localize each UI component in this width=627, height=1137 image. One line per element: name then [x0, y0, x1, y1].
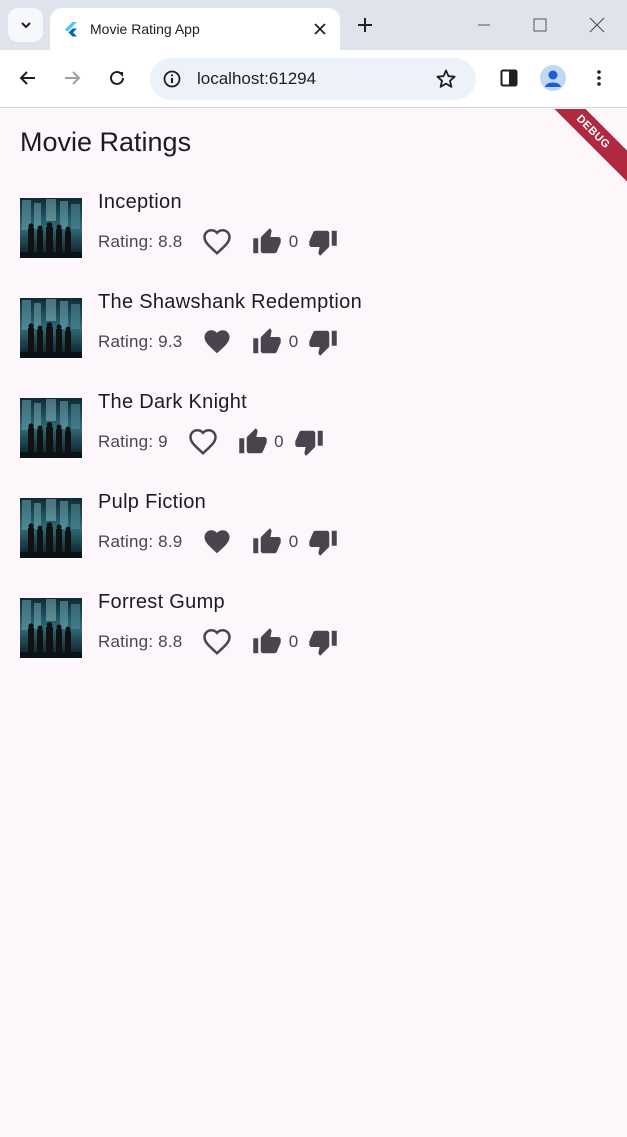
- new-tab-button[interactable]: [354, 14, 376, 36]
- movie-rating: Rating: 8.8: [98, 232, 183, 251]
- more-vertical-icon: [597, 70, 601, 86]
- heart-outline-icon[interactable]: [202, 227, 232, 257]
- movie-title: The Dark Knight: [98, 391, 248, 413]
- movie-poster: [20, 398, 82, 458]
- movie-list-item: Forrest Gump Rating: 8.8 0: [0, 589, 627, 689]
- movie-title: Inception: [98, 191, 182, 213]
- browser-toolbar: localhost:61294: [0, 50, 627, 108]
- movie-poster: [20, 498, 82, 558]
- tab-search-button[interactable]: [8, 8, 43, 42]
- flutter-icon: [65, 22, 77, 37]
- heart-outline-icon[interactable]: [188, 427, 218, 457]
- like-count: 0: [274, 432, 284, 451]
- thumb-down-icon[interactable]: [294, 427, 324, 457]
- like-count: 0: [288, 232, 299, 251]
- movie-list-item: The Dark Knight Rating: 9 0: [0, 389, 627, 489]
- thumb-down-icon[interactable]: [308, 227, 338, 257]
- thumb-down-icon[interactable]: [308, 527, 338, 557]
- thumb-up-icon[interactable]: [252, 327, 282, 357]
- back-button[interactable]: [16, 66, 40, 90]
- url-text: localhost:61294: [197, 69, 317, 88]
- like-count: 0: [288, 532, 299, 551]
- movie-actions-row: Rating: 8.8 0: [98, 227, 338, 257]
- thumb-down-icon[interactable]: [308, 327, 338, 357]
- browser-tab[interactable]: Movie Rating App: [50, 8, 340, 50]
- thumb-up-icon[interactable]: [252, 527, 282, 557]
- side-panel-icon: [500, 69, 518, 87]
- movie-poster: [20, 598, 82, 658]
- thumb-up-icon[interactable]: [238, 427, 268, 457]
- close-icon: [589, 17, 605, 33]
- movie-rating: Rating: 9: [98, 432, 168, 451]
- like-count: 0: [288, 632, 299, 651]
- debug-banner: DEBUG: [535, 109, 627, 190]
- maximize-icon: [533, 18, 547, 32]
- heart-filled-icon[interactable]: [202, 527, 232, 557]
- browser-tab-strip: Movie Rating App: [0, 0, 627, 50]
- side-panel-button[interactable]: [497, 66, 521, 90]
- movie-rating: Rating: 8.9: [98, 532, 183, 551]
- movie-poster: [20, 298, 82, 358]
- movie-title: Pulp Fiction: [98, 491, 207, 513]
- movie-title: The Shawshank Redemption: [98, 291, 363, 313]
- arrow-right-icon: [65, 71, 81, 85]
- plus-icon: [358, 18, 372, 32]
- minimize-icon: [478, 24, 490, 26]
- reload-icon: [110, 70, 124, 85]
- heart-filled-icon[interactable]: [202, 327, 232, 357]
- arrow-left-icon: [19, 71, 35, 85]
- movie-list-item: The Shawshank Redemption Rating: 9.3 0: [0, 289, 627, 389]
- like-count: 0: [288, 332, 299, 351]
- address-bar[interactable]: localhost:61294: [150, 58, 476, 100]
- movie-actions-row: Rating: 8.9 0: [98, 527, 338, 557]
- movie-poster: [20, 198, 82, 258]
- maximize-button[interactable]: [529, 14, 551, 36]
- app-page: Movie Ratings DEBUG Inception Rating: 8.…: [0, 109, 627, 1137]
- page-title: Movie Ratings: [20, 127, 192, 157]
- bookmark-star-icon[interactable]: [434, 67, 458, 91]
- chevron-down-icon: [20, 22, 31, 29]
- movie-title: Forrest Gump: [98, 591, 225, 613]
- tab-title: Movie Rating App: [90, 21, 200, 37]
- movie-rating: Rating: 9.3: [98, 332, 183, 351]
- movie-list-item: Pulp Fiction Rating: 8.9 0: [0, 489, 627, 589]
- close-tab-icon[interactable]: [310, 19, 330, 39]
- thumb-up-icon[interactable]: [252, 227, 282, 257]
- movie-rating: Rating: 8.8: [98, 632, 183, 651]
- heart-outline-icon[interactable]: [202, 627, 232, 657]
- movie-list-item: Inception Rating: 8.8 0: [0, 189, 627, 289]
- movie-actions-row: Rating: 9.3 0: [98, 327, 338, 357]
- forward-button[interactable]: [60, 66, 84, 90]
- site-info-icon[interactable]: [161, 68, 183, 90]
- profile-avatar[interactable]: [540, 65, 566, 91]
- menu-button[interactable]: [587, 66, 611, 90]
- thumb-down-icon[interactable]: [308, 627, 338, 657]
- movie-actions-row: Rating: 9 0: [98, 427, 324, 457]
- minimize-button[interactable]: [473, 14, 495, 36]
- thumb-up-icon[interactable]: [252, 627, 282, 657]
- movie-actions-row: Rating: 8.8 0: [98, 627, 338, 657]
- close-window-button[interactable]: [586, 14, 608, 36]
- reload-button[interactable]: [105, 66, 129, 90]
- person-icon: [545, 70, 561, 87]
